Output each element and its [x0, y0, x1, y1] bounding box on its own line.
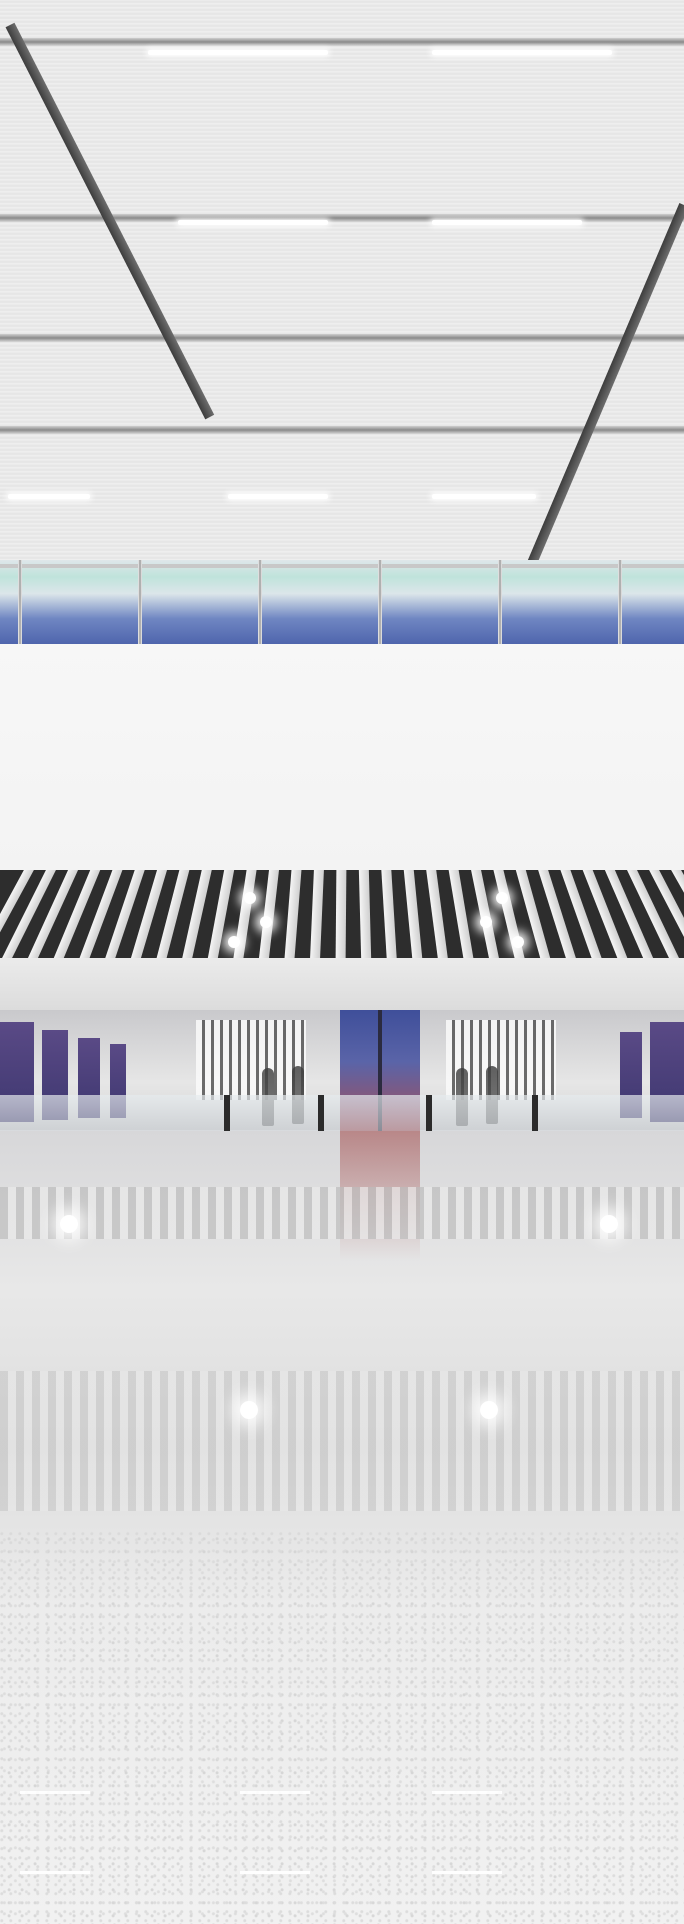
lower-ceiling-fins: [0, 870, 684, 958]
gate-barrier: [426, 1095, 432, 1131]
floor-marking: [20, 1791, 90, 1794]
ceiling-fin: [335, 870, 347, 958]
gate-barrier: [224, 1095, 230, 1131]
soffit: [0, 958, 684, 1010]
floor-marking: [240, 1791, 310, 1794]
ceiling-fin: [182, 870, 212, 958]
ceiling-panel-gap: [0, 38, 684, 46]
railing-post: [258, 560, 262, 644]
ceiling-spotlight: [480, 916, 492, 928]
floor-texture: [0, 1531, 684, 1924]
ceiling-light: [228, 494, 328, 499]
ceiling-light: [432, 220, 582, 225]
floor-marking: [240, 1871, 310, 1874]
ceiling-spotlight: [496, 892, 508, 904]
floor-marking: [20, 1871, 90, 1874]
railing-post: [18, 560, 22, 644]
upper-ceiling: [0, 0, 684, 649]
ceiling-fin: [426, 870, 448, 958]
ceiling-light: [432, 494, 536, 499]
ceiling-light: [148, 50, 328, 55]
gate-barrier: [532, 1095, 538, 1131]
ceiling-fin: [448, 870, 474, 958]
ceiling-panel-gap: [0, 334, 684, 342]
railing-post: [618, 560, 622, 644]
ceiling-light: [8, 494, 90, 499]
railing-post: [378, 560, 382, 644]
railing-post: [138, 560, 142, 644]
railing-post: [498, 560, 502, 644]
ceiling-spotlight: [228, 936, 240, 948]
ceiling-light: [432, 50, 612, 55]
ceiling-fin: [27, 870, 79, 958]
ceiling-spotlight: [244, 892, 256, 904]
handrail: [0, 564, 684, 568]
corridor-left: [196, 1020, 306, 1100]
floor-marking: [432, 1791, 502, 1794]
photo-canvas: [0, 0, 684, 1924]
floor-marking: [432, 1871, 502, 1874]
ceiling-fin: [471, 870, 499, 958]
floor-pattern-band: [0, 1187, 684, 1239]
floor-light-reflection: [60, 1215, 78, 1233]
ceiling-fin: [381, 870, 397, 958]
gate-barrier: [318, 1095, 324, 1131]
ceiling-light: [178, 220, 328, 225]
ceiling-fin: [310, 870, 324, 958]
ceiling-fin: [284, 870, 302, 958]
ceiling-fin: [358, 870, 372, 958]
floor-light-reflection: [600, 1215, 618, 1233]
ceiling-spotlight: [512, 936, 524, 948]
ticket-gates: [0, 1095, 684, 1131]
floor-light-reflection: [240, 1401, 258, 1419]
polished-floor: [0, 1131, 684, 1924]
floor-pattern-band: [0, 1371, 684, 1511]
ceiling-fin: [403, 870, 423, 958]
balcony-railing: [0, 560, 684, 644]
floor-light-reflection: [480, 1401, 498, 1419]
ceiling-spotlight: [260, 916, 272, 928]
white-wall: [0, 644, 684, 870]
ceiling-fin: [258, 870, 280, 958]
